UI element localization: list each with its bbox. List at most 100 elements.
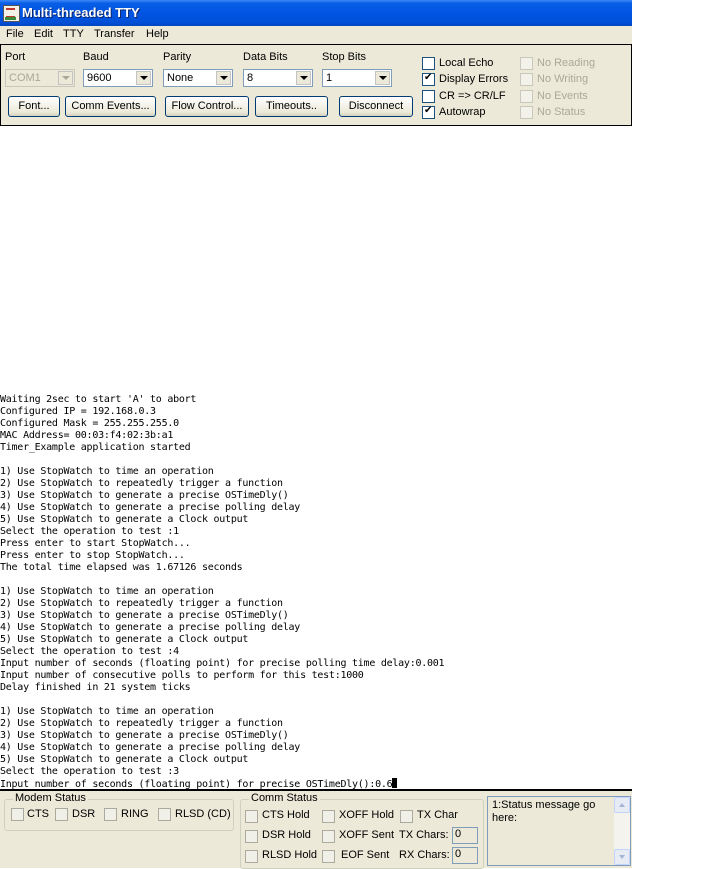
tty-window: Multi-threaded TTY File Edit TTY Transfe… (0, 0, 632, 869)
terminal-line-text: Press enter to stop StopWatch... (0, 550, 185, 561)
eof-sent-indicator-icon (322, 850, 335, 863)
terminal-line-text: 3) Use StopWatch to generate a precise O… (0, 610, 289, 621)
menu-transfer[interactable]: Transfer (94, 28, 135, 40)
dsr-hold-label: DSR Hold (262, 829, 311, 841)
baud-select[interactable]: 9600 (83, 69, 153, 87)
chevron-down-icon[interactable] (375, 71, 390, 85)
terminal-line: 1) Use StopWatch to time an operation (0, 706, 632, 718)
menu-tty[interactable]: TTY (63, 28, 84, 40)
terminal-line: Configured IP = 192.168.0.3 (0, 406, 632, 418)
checkbox-checked-icon[interactable] (422, 72, 435, 86)
terminal-line: Select the operation to test :4 (0, 646, 632, 658)
terminal-line-text: 5) Use StopWatch to generate a Clock out… (0, 514, 249, 525)
eof-sent-label: EOF Sent (341, 849, 390, 861)
settings-panel: Port COM1 Baud 9600 Parity None Data Bit… (0, 44, 632, 126)
tx-char-label: TX Char (417, 809, 458, 821)
comm-status-group: Comm Status CTS Hold XOFF Hold TX Char D… (240, 792, 484, 869)
menu-help[interactable]: Help (146, 28, 169, 40)
font-button[interactable]: Font... (8, 96, 60, 117)
terminal-line: Press enter to stop StopWatch... (0, 550, 632, 562)
rx-chars-field: 0 (452, 847, 478, 864)
timeouts-button[interactable]: Timeouts.. (255, 96, 328, 117)
terminal-line-text: 1) Use StopWatch to time an operation (0, 466, 214, 477)
terminal-line: 2) Use StopWatch to repeatedly trigger a… (0, 478, 632, 490)
status-message: 1:Status message go here: (492, 799, 596, 824)
checkbox-checked-icon[interactable] (422, 105, 435, 119)
comm-status-title: Comm Status (249, 792, 320, 804)
xoff-sent-label: XOFF Sent (339, 829, 395, 841)
terminal-line-text: Press enter to start StopWatch... (0, 538, 191, 549)
terminal-line-text: Delay finished in 21 system ticks (0, 682, 191, 693)
checkbox-icon (520, 73, 533, 86)
dsr-indicator-icon (55, 808, 68, 821)
rlsd-label: RLSD (CD) (175, 808, 231, 820)
terminal-line-text: Input number of seconds (floating point)… (0, 658, 445, 669)
checkbox-icon (520, 90, 533, 103)
terminal-line-text: 2) Use StopWatch to repeatedly trigger a… (0, 598, 283, 609)
terminal-line: 3) Use StopWatch to generate a precise O… (0, 490, 632, 502)
terminal-line-text: 3) Use StopWatch to generate a precise O… (0, 490, 289, 501)
port-select: COM1 (5, 69, 75, 87)
terminal-line-text: Select the operation to test :4 (0, 646, 179, 657)
terminal-line-text: Select the operation to test :3 (0, 766, 179, 777)
terminal-line: 5) Use StopWatch to generate a Clock out… (0, 514, 632, 526)
tx-chars-label: TX Chars: (399, 829, 449, 841)
status-message-box[interactable]: 1:Status message go here: (487, 796, 631, 866)
title-bar[interactable]: Multi-threaded TTY (0, 0, 632, 26)
menu-edit[interactable]: Edit (34, 28, 53, 40)
chevron-down-icon[interactable] (216, 71, 231, 85)
terminal-line: 5) Use StopWatch to generate a Clock out… (0, 754, 632, 766)
terminal-line: 3) Use StopWatch to generate a precise O… (0, 730, 632, 742)
rlsd-hold-label: RLSD Hold (262, 849, 318, 861)
terminal-line: MAC Address= 00:03:f4:02:3b:a1 (0, 430, 632, 442)
comm-events-button[interactable]: Comm Events... (65, 96, 156, 117)
terminal-line-text: Input number of consecutive polls to per… (0, 670, 364, 681)
checkbox-icon (520, 57, 533, 70)
terminal-line: 3) Use StopWatch to generate a precise O… (0, 610, 632, 622)
terminal-line: 5) Use StopWatch to generate a Clock out… (0, 634, 632, 646)
cts-indicator-icon (11, 808, 24, 821)
flow-control-button[interactable]: Flow Control... (165, 96, 249, 117)
ring-indicator-icon (104, 808, 117, 821)
checkbox-icon[interactable] (422, 57, 435, 70)
data-bits-select[interactable]: 8 (243, 69, 313, 87)
checkbox-icon (520, 106, 533, 119)
terminal-output[interactable]: Waiting 2sec to start 'A' to abort Config… (0, 394, 632, 790)
window-title: Multi-threaded TTY (22, 5, 140, 20)
terminal-line-text: 4) Use StopWatch to generate a precise p… (0, 502, 301, 513)
terminal-line-text: MAC Address= 00:03:f4:02:3b:a1 (0, 430, 174, 441)
terminal-line-text: 5) Use StopWatch to generate a Clock out… (0, 754, 249, 765)
terminal-line: Input number of consecutive polls to per… (0, 670, 632, 682)
terminal-line-text: Waiting 2sec to start 'A' to abort (0, 394, 197, 405)
terminal-line: 2) Use StopWatch to repeatedly trigger a… (0, 718, 632, 730)
text-cursor (392, 778, 398, 788)
dsr-hold-indicator-icon (245, 830, 258, 843)
scroll-up-arrow-icon[interactable] (614, 797, 630, 813)
stop-bits-label: Stop Bits (322, 51, 367, 63)
terminal-line: The total time elapsed was 1.67126 secon… (0, 562, 632, 574)
status-scrollbar[interactable] (614, 797, 630, 865)
terminal-line: 2) Use StopWatch to repeatedly trigger a… (0, 598, 632, 610)
chevron-down-icon[interactable] (136, 71, 151, 85)
terminal-line: 4) Use StopWatch to generate a precise p… (0, 622, 632, 634)
terminal-line: Configured Mask = 255.255.255.0 (0, 418, 632, 430)
checkbox-icon[interactable] (422, 90, 435, 103)
cts-hold-indicator-icon (245, 810, 258, 823)
dsr-label: DSR (72, 808, 96, 820)
menu-file[interactable]: File (6, 28, 24, 40)
rx-chars-label: RX Chars: (399, 849, 450, 861)
terminal-line-text: Configured Mask = 255.255.255.0 (0, 418, 179, 429)
chevron-down-icon[interactable] (296, 71, 311, 85)
stop-bits-select[interactable]: 1 (322, 69, 392, 87)
terminal-line-text: Timer_Example application started (0, 442, 191, 453)
scroll-down-arrow-icon[interactable] (614, 849, 630, 865)
app-icon (3, 5, 20, 22)
terminal-line-text: 4) Use StopWatch to generate a precise p… (0, 742, 301, 753)
disconnect-button[interactable]: Disconnect (339, 96, 413, 117)
terminal-line-text: 1) Use StopWatch to time an operation (0, 586, 214, 597)
parity-select[interactable]: None (163, 69, 233, 87)
terminal-line: Waiting 2sec to start 'A' to abort (0, 394, 632, 406)
xoff-sent-indicator-icon (322, 830, 335, 843)
